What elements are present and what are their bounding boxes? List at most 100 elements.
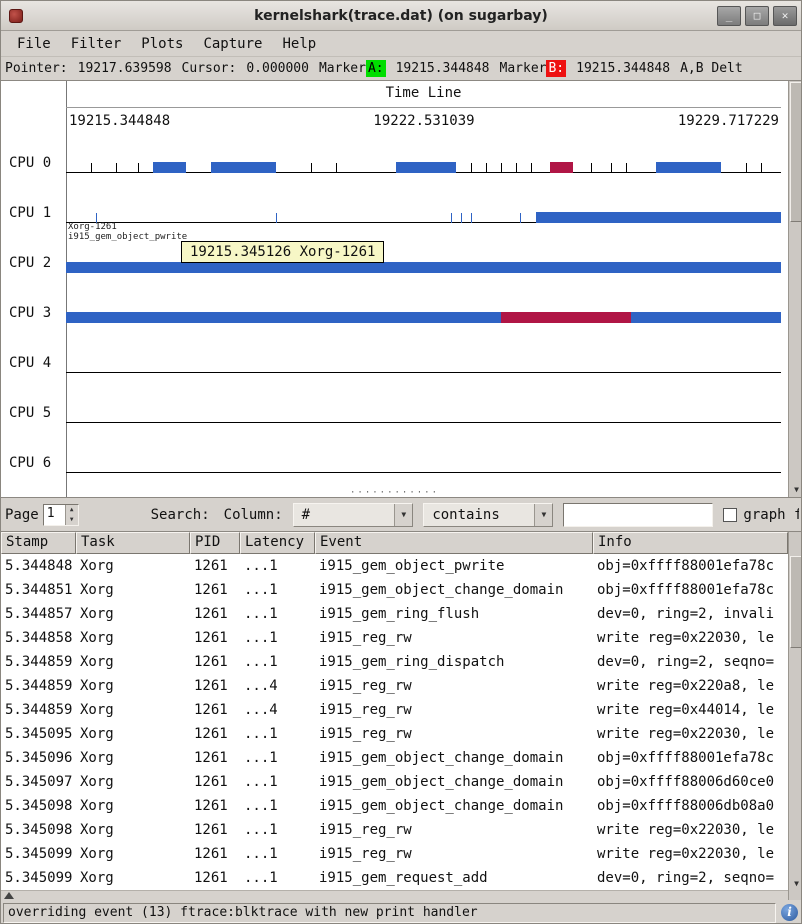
cell-pid: 1261	[190, 674, 240, 698]
page-spinner[interactable]: 1 ▲ ▼	[43, 504, 79, 526]
table-row[interactable]: 5.345096Xorg1261...1i915_gem_object_chan…	[1, 746, 788, 770]
cell-task: Xorg	[76, 746, 190, 770]
cell-task: Xorg	[76, 578, 190, 602]
cell-latency: ...1	[240, 770, 315, 794]
cell-latency: ...1	[240, 818, 315, 842]
cell-task: Xorg	[76, 554, 190, 578]
maximize-button[interactable]: □	[745, 6, 769, 26]
column-header-stamp[interactable]: Stamp	[1, 532, 76, 554]
cell-info: dev=0, ring=2, invali	[593, 602, 788, 626]
cell-event: i915_reg_rw	[315, 722, 593, 746]
column-header-task[interactable]: Task	[76, 532, 190, 554]
table-row[interactable]: 5.345098Xorg1261...1i915_reg_rwwrite reg…	[1, 818, 788, 842]
table-row[interactable]: 5.344858Xorg1261...1i915_reg_rwwrite reg…	[1, 626, 788, 650]
column-header-pid[interactable]: PID	[190, 532, 240, 554]
statusbar: overriding event (13) ftrace:blktrace wi…	[1, 900, 802, 924]
event-tick	[471, 213, 472, 223]
event-tick	[138, 163, 139, 173]
titlebar[interactable]: kernelshark(trace.dat) (on sugarbay) _ □…	[1, 1, 801, 31]
spinner-up-icon[interactable]: ▲	[66, 505, 78, 515]
cell-pid: 1261	[190, 842, 240, 866]
task-bar-blue[interactable]	[66, 312, 781, 323]
table-scrollbar-thumb[interactable]	[790, 556, 802, 648]
task-bar-blue[interactable]	[66, 262, 781, 273]
menu-filter[interactable]: Filter	[61, 33, 132, 55]
cell-stamp: 5.344848	[1, 554, 76, 578]
spinner-down-icon[interactable]: ▼	[66, 515, 78, 525]
graph-scrollbar-thumb[interactable]	[790, 82, 802, 222]
table-scrollbar[interactable]: ▼	[788, 532, 802, 900]
table-scroll-down-icon[interactable]: ▼	[789, 879, 802, 888]
cell-latency: ...4	[240, 674, 315, 698]
task-bar-blue[interactable]	[211, 162, 276, 173]
delta-label: A,B Delt	[680, 61, 743, 76]
cell-info: write reg=0x22030, le	[593, 722, 788, 746]
cpu-label: CPU 4	[1, 341, 66, 391]
cpu-row: CPU 5	[1, 391, 788, 441]
table-row[interactable]: 5.345098Xorg1261...1i915_gem_object_chan…	[1, 794, 788, 818]
cell-pid: 1261	[190, 578, 240, 602]
cpu-plot[interactable]	[66, 141, 781, 191]
scroll-indicator-icon[interactable]	[4, 892, 14, 899]
task-bar-blue[interactable]	[396, 162, 456, 173]
search-input[interactable]	[563, 503, 713, 527]
column-header-latency[interactable]: Latency	[240, 532, 315, 554]
cell-latency: ...1	[240, 794, 315, 818]
cell-info: dev=0, ring=2, seqno=	[593, 866, 788, 890]
cpu-plot[interactable]	[66, 341, 781, 391]
menu-plots[interactable]: Plots	[131, 33, 193, 55]
minimize-button[interactable]: _	[717, 6, 741, 26]
match-type-select[interactable]: contains ▼	[423, 503, 553, 527]
table-row[interactable]: 5.344859Xorg1261...4i915_reg_rwwrite reg…	[1, 698, 788, 722]
event-tick	[336, 163, 337, 173]
page-value[interactable]: 1	[44, 505, 65, 525]
graph-scrollbar[interactable]: ▼	[788, 81, 802, 497]
timeline-graph[interactable]: Time Line 19215.344848 19222.531039 1922…	[1, 81, 802, 498]
cell-task: Xorg	[76, 866, 190, 890]
column-select[interactable]: # ▼	[293, 503, 414, 527]
table-row[interactable]: 5.344848Xorg1261...1i915_gem_object_pwri…	[1, 554, 788, 578]
cell-stamp: 5.344851	[1, 578, 76, 602]
cpu-rows: CPU 0CPU 1CPU 2CPU 3CPU 4CPU 5CPU 6	[1, 141, 788, 491]
pointer-value: 19217.639598	[78, 61, 172, 76]
graph-follows-checkbox[interactable]	[723, 508, 737, 522]
column-header-info[interactable]: Info	[593, 532, 788, 554]
pointer-label: Pointer:	[5, 61, 68, 76]
table-row[interactable]: 5.345099Xorg1261...1i915_gem_request_add…	[1, 866, 788, 890]
task-bar-red[interactable]	[550, 162, 573, 173]
cpu-plot[interactable]	[66, 241, 781, 291]
cpu-baseline	[66, 472, 781, 473]
table-row[interactable]: 5.345097Xorg1261...1i915_gem_object_chan…	[1, 770, 788, 794]
cell-latency: ...1	[240, 650, 315, 674]
task-bar-blue[interactable]	[536, 212, 781, 223]
marker-a-label: Marker	[319, 61, 366, 76]
table-row[interactable]: 5.344859Xorg1261...4i915_reg_rwwrite reg…	[1, 674, 788, 698]
table-hscrollbar[interactable]	[1, 890, 788, 900]
task-bar-blue[interactable]	[153, 162, 186, 173]
chevron-down-icon[interactable]: ▼	[394, 504, 412, 526]
chevron-down-icon[interactable]: ▼	[534, 504, 552, 526]
table-row[interactable]: 5.344851Xorg1261...1i915_gem_object_chan…	[1, 578, 788, 602]
table-body: 5.344848Xorg1261...1i915_gem_object_pwri…	[1, 554, 802, 890]
info-icon[interactable]: i	[781, 904, 798, 921]
cell-latency: ...1	[240, 866, 315, 890]
close-button[interactable]: ✕	[773, 6, 797, 26]
menu-file[interactable]: File	[7, 33, 61, 55]
task-bar-blue[interactable]	[656, 162, 721, 173]
cell-info: write reg=0x22030, le	[593, 842, 788, 866]
table-row[interactable]: 5.345099Xorg1261...1i915_reg_rwwrite reg…	[1, 842, 788, 866]
column-header-event[interactable]: Event	[315, 532, 593, 554]
page-spinner-arrows[interactable]: ▲ ▼	[65, 505, 78, 525]
graph-scroll-down-icon[interactable]: ▼	[789, 483, 802, 497]
cpu-plot[interactable]	[66, 391, 781, 441]
table-row[interactable]: 5.344859Xorg1261...1i915_gem_ring_dispat…	[1, 650, 788, 674]
menu-capture[interactable]: Capture	[193, 33, 272, 55]
match-selected-value: contains	[424, 507, 534, 523]
menu-help[interactable]: Help	[272, 33, 326, 55]
cpu-plot[interactable]	[66, 441, 781, 491]
cpu-label: CPU 1	[1, 191, 66, 241]
cpu-plot[interactable]	[66, 291, 781, 341]
task-bar-red[interactable]	[501, 312, 631, 323]
table-row[interactable]: 5.344857Xorg1261...1i915_gem_ring_flushd…	[1, 602, 788, 626]
table-row[interactable]: 5.345095Xorg1261...1i915_reg_rwwrite reg…	[1, 722, 788, 746]
